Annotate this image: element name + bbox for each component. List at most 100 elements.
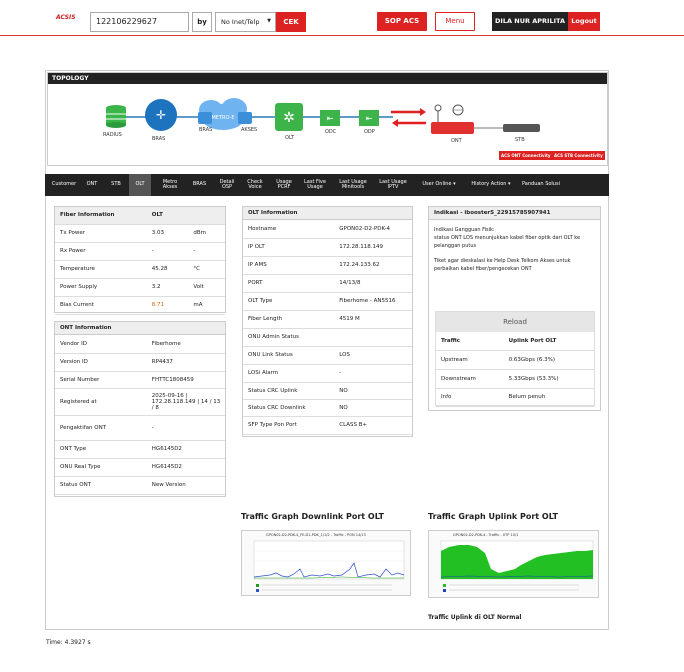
tab-check-voice[interactable]: Check Voice: [242, 174, 268, 196]
by-label: by: [192, 12, 212, 32]
uplink-footer: Traffic Uplink di OLT Normal: [428, 614, 522, 621]
uplink-plot: [440, 540, 594, 592]
database-icon: [106, 105, 126, 128]
fiber-unit: °C: [188, 260, 225, 279]
tab-customer[interactable]: Customer: [47, 174, 81, 196]
ont-value: 2025-09-16 | 172.28.118.149 | 14 / 13 / …: [146, 388, 225, 416]
olt-key: SFP Type Pon Port: [243, 416, 335, 435]
search-type-select[interactable]: No Inet/Telp ▼: [215, 12, 276, 32]
fiber-value: -: [146, 242, 189, 261]
tab-last-usage-minitools[interactable]: Last Usage Minitools: [333, 174, 373, 196]
node-label-olt: OLT: [285, 135, 295, 141]
acs-stb-badge[interactable]: ACS STB Connectivity: [552, 151, 605, 160]
ont-modem-icon: [431, 104, 474, 134]
olt-value: -: [334, 364, 412, 383]
olt-value: 4519 M: [334, 310, 412, 329]
fiber-value: 3.2: [146, 278, 189, 297]
caret-down-icon: ▼: [267, 18, 271, 24]
logout-button[interactable]: Logout: [568, 12, 600, 31]
svg-text:⇤: ⇤: [327, 114, 334, 123]
uplink-graph[interactable]: GPON02-D2-PDK-4 - Traffic - XTP 10/1: [428, 530, 599, 598]
tab-history-action[interactable]: History Action ▾: [466, 174, 516, 196]
topology-panel: TOPOLOGY ✛ METRO-E ✲ ⇤ ⇤ RADIUS BRAS BRA…: [47, 72, 608, 166]
tab-detail-osp[interactable]: Detail OSP: [214, 174, 240, 196]
node-label-stb: STB: [515, 137, 525, 143]
menu-button[interactable]: Menu: [435, 12, 475, 31]
uplink-graph-title: Traffic Graph Uplink Port OLT: [428, 512, 558, 521]
reload-button[interactable]: Reload: [436, 312, 594, 332]
olt-key: ONU Admin Status: [243, 328, 335, 347]
sop-acs-button[interactable]: SOP ACS: [377, 12, 427, 31]
indikasi-line-3: Tiket agar dieskalasi ke Help Desk Telko…: [434, 258, 571, 272]
fiber-col-olt: OLT: [146, 207, 225, 225]
indikasi-line-2: status ONT LOS menunjukkan kabel fiber o…: [434, 235, 581, 249]
olt-value: Fiberhome - AN5516: [334, 292, 412, 311]
traffic-head-label: Traffic: [436, 332, 504, 351]
downlink-graph[interactable]: GPON02-D2-PDK-4_FE-D1-PDK_1/1/2 - Traffi…: [241, 530, 411, 596]
acs-ont-badge[interactable]: ACS ONT Connectivity: [499, 151, 553, 160]
olt-value: CLASS B+: [334, 416, 412, 435]
indikasi-card: Indikasi - iboosterS_22915785907941 Indi…: [428, 206, 601, 411]
fiber-unit: -: [188, 242, 225, 261]
tab-user-online[interactable]: User Online ▾: [415, 174, 463, 196]
ont-title: ONT Information: [55, 322, 225, 335]
fiber-unit: mA: [188, 296, 225, 315]
ont-value: -: [146, 415, 225, 441]
svg-text:⇤: ⇤: [366, 114, 373, 123]
tab-ont[interactable]: ONT: [81, 174, 103, 196]
ont-key: Version ID: [55, 353, 147, 372]
olt-key: Hostname: [243, 220, 335, 239]
traffic-head-uplink: Uplink Port OLT: [503, 332, 594, 351]
tab-last-five-usage[interactable]: Last Five Usage: [299, 174, 331, 196]
tab-metro-akses[interactable]: Metro Akses: [155, 174, 185, 196]
fiber-value: 3.03: [146, 224, 189, 243]
node-label-bras: BRAS: [152, 136, 166, 142]
svg-text:✲: ✲: [283, 110, 295, 126]
node-label-odp: ODP: [364, 129, 375, 135]
tab-last-usage-iptv[interactable]: Last Usage IPTV: [375, 174, 411, 196]
node-label-akses: AKSES: [241, 127, 258, 133]
downlink-graph-title: Traffic Graph Downlink Port OLT: [241, 512, 384, 521]
olt-key: ONU Link Status: [243, 346, 335, 365]
tab-panduan-solusi[interactable]: Panduan Solusi: [522, 174, 560, 196]
olt-value: GPON02-D2-PDK-4: [334, 220, 412, 239]
cloud-text: METRO-E: [211, 115, 234, 121]
render-time: Time: 4.3927 s: [46, 639, 91, 646]
olt-key: IP AMS: [243, 256, 335, 275]
tab-bras[interactable]: BRAS: [187, 174, 212, 196]
ont-value: Fiberhome: [146, 335, 225, 354]
node-label-odc: ODC: [325, 129, 337, 135]
fiber-value: 45.28: [146, 260, 189, 279]
ont-key: ONU Real Type: [55, 458, 147, 477]
ont-value: HG6145D2: [146, 440, 225, 459]
tab-stb[interactable]: STB: [104, 174, 128, 196]
fiber-unit: dBm: [188, 224, 225, 243]
ont-key: Registered at: [55, 388, 147, 416]
ont-info-card: ONT Information Vendor ID Fiberhome Versi…: [54, 321, 226, 497]
app-logo[interactable]: ACSIS: [56, 14, 76, 21]
tab-usage-pcrf[interactable]: Usage PCRF: [270, 174, 298, 196]
olt-key: LOSi Alarm: [243, 364, 335, 383]
traffic-value: 0.63Gbps (6.3%): [503, 350, 594, 370]
los-arrows-icon: [391, 108, 426, 127]
ont-key: Vendor ID: [55, 335, 147, 354]
cek-button[interactable]: CEK: [276, 12, 306, 32]
tab-olt[interactable]: OLT: [129, 174, 151, 196]
traffic-key: Info: [436, 388, 504, 407]
olt-value: 14/13/8: [334, 274, 412, 293]
fiber-key: Power Supply: [55, 278, 147, 297]
olt-key: Status CRC Uplink: [243, 382, 335, 400]
topology-title: TOPOLOGY: [48, 73, 607, 84]
ont-key: Status ONT: [55, 476, 147, 495]
olt-key: Fiber Length: [243, 310, 335, 329]
indikasi-line-1: Indikasi Gangguan Fisik:: [434, 227, 495, 233]
ont-value: RP4437: [146, 353, 225, 372]
svg-text:✛: ✛: [156, 108, 166, 122]
olt-key: PORT: [243, 274, 335, 293]
fiber-key: Temperature: [55, 260, 147, 279]
olt-key: OLT Type: [243, 292, 335, 311]
ont-key: ONT Type: [55, 440, 147, 459]
search-input[interactable]: 122106229627: [90, 12, 189, 32]
olt-value: NO: [334, 382, 412, 400]
fiber-key: Rx Power: [55, 242, 147, 261]
